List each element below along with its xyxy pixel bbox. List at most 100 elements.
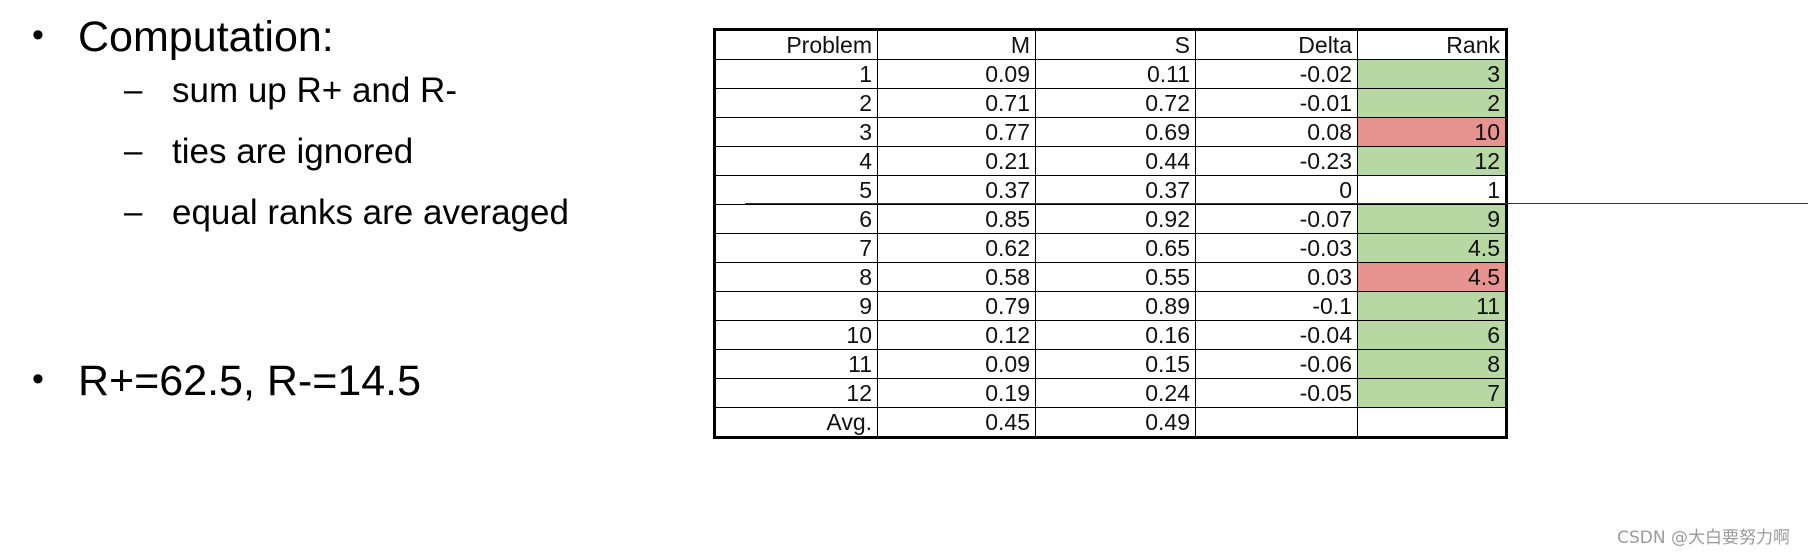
- cell-problem[interactable]: 2: [715, 88, 878, 118]
- cell-m[interactable]: 0.62: [877, 233, 1036, 263]
- table-row[interactable]: 2 0.71 0.72 -0.01 2: [715, 88, 1506, 118]
- bullet-item-computation: • Computation:: [24, 16, 714, 59]
- cell-delta[interactable]: -0.01: [1195, 88, 1358, 118]
- column-header-m: M: [877, 30, 1036, 60]
- sub-bullet-item-ties-ignored: – ties are ignored: [24, 134, 714, 169]
- cell-s[interactable]: 0.15: [1035, 349, 1196, 379]
- sub-bullet-label: sum up R+ and R-: [172, 71, 457, 110]
- cell-rank[interactable]: 10: [1357, 117, 1506, 147]
- table-row[interactable]: 4 0.21 0.44 -0.23 12: [715, 146, 1506, 176]
- cell-s[interactable]: 0.44: [1035, 146, 1196, 176]
- table-row[interactable]: 10 0.12 0.16 -0.04 6: [715, 320, 1506, 350]
- cell-m[interactable]: 0.12: [877, 320, 1036, 350]
- table-row[interactable]: 5 0.37 0.37 0 1: [715, 175, 1506, 205]
- cell-delta[interactable]: 0.03: [1195, 262, 1358, 292]
- cell-m[interactable]: 0.58: [877, 262, 1036, 292]
- column-header-problem: Problem: [715, 30, 878, 60]
- table-header: Problem M S Delta Rank: [715, 30, 1506, 60]
- cell-delta[interactable]: -0.05: [1195, 378, 1358, 408]
- column-header-rank: Rank: [1357, 30, 1506, 60]
- cell-rank[interactable]: 12: [1357, 146, 1506, 176]
- cell-m[interactable]: 0.85: [877, 204, 1036, 234]
- cell-delta[interactable]: [1195, 407, 1358, 437]
- cell-rank[interactable]: [1357, 407, 1506, 437]
- cell-s[interactable]: 0.37: [1035, 175, 1196, 205]
- table-row[interactable]: 12 0.19 0.24 -0.05 7: [715, 378, 1506, 408]
- cell-problem[interactable]: 6: [715, 204, 878, 234]
- cell-problem[interactable]: 12: [715, 378, 878, 408]
- cell-problem[interactable]: 1: [715, 59, 878, 89]
- cell-delta[interactable]: -0.03: [1195, 233, 1358, 263]
- cell-delta[interactable]: 0: [1195, 175, 1358, 205]
- cell-s[interactable]: 0.65: [1035, 233, 1196, 263]
- cell-m[interactable]: 0.09: [877, 59, 1036, 89]
- cell-delta[interactable]: -0.23: [1195, 146, 1358, 176]
- table-header-row: Problem M S Delta Rank: [715, 30, 1506, 60]
- cell-problem[interactable]: 5: [715, 175, 878, 205]
- bullet-list-secondary: • R+=62.5, R-=14.5: [24, 360, 714, 407]
- cell-problem[interactable]: 7: [715, 233, 878, 263]
- column-header-s: S: [1035, 30, 1196, 60]
- cell-rank[interactable]: 4.5: [1357, 233, 1506, 263]
- strike-through-line: [745, 203, 1808, 204]
- table-row[interactable]: 7 0.62 0.65 -0.03 4.5: [715, 233, 1506, 263]
- cell-problem[interactable]: 10: [715, 320, 878, 350]
- cell-problem[interactable]: Avg.: [715, 407, 878, 437]
- cell-problem[interactable]: 11: [715, 349, 878, 379]
- cell-s[interactable]: 0.69: [1035, 117, 1196, 147]
- cell-delta[interactable]: -0.02: [1195, 59, 1358, 89]
- cell-rank[interactable]: 9: [1357, 204, 1506, 234]
- cell-rank[interactable]: 2: [1357, 88, 1506, 118]
- cell-m[interactable]: 0.45: [877, 407, 1036, 437]
- cell-s[interactable]: 0.11: [1035, 59, 1196, 89]
- table-row[interactable]: 1 0.09 0.11 -0.02 3: [715, 59, 1506, 89]
- cell-rank[interactable]: 11: [1357, 291, 1506, 321]
- en-dash-icon: –: [124, 71, 143, 108]
- cell-m[interactable]: 0.79: [877, 291, 1036, 321]
- column-header-delta: Delta: [1195, 30, 1358, 60]
- cell-rank[interactable]: 6: [1357, 320, 1506, 350]
- table-row[interactable]: 9 0.79 0.89 -0.1 11: [715, 291, 1506, 321]
- cell-m[interactable]: 0.21: [877, 146, 1036, 176]
- bullet-item-label: R+=62.5, R-=14.5: [78, 357, 422, 405]
- cell-delta[interactable]: -0.1: [1195, 291, 1358, 321]
- table-row[interactable]: 3 0.77 0.69 0.08 10: [715, 117, 1506, 147]
- cell-rank[interactable]: 1: [1357, 175, 1506, 205]
- bullet-dot-icon: •: [32, 16, 44, 54]
- table-row[interactable]: 8 0.58 0.55 0.03 4.5: [715, 262, 1506, 292]
- cell-problem[interactable]: 3: [715, 117, 878, 147]
- cell-delta[interactable]: 0.08: [1195, 117, 1358, 147]
- sub-bullet-item-sum-up: – sum up R+ and R-: [24, 73, 714, 108]
- cell-delta[interactable]: -0.07: [1195, 204, 1358, 234]
- cell-problem[interactable]: 4: [715, 146, 878, 176]
- table-body: 1 0.09 0.11 -0.02 3 2 0.71 0.72 -0.01 2 3 0.77 0.69 0…: [715, 59, 1506, 437]
- cell-s[interactable]: 0.92: [1035, 204, 1196, 234]
- cell-s[interactable]: 0.89: [1035, 291, 1196, 321]
- cell-m[interactable]: 0.71: [877, 88, 1036, 118]
- table-row[interactable]: 6 0.85 0.92 -0.07 9: [715, 204, 1506, 234]
- cell-delta[interactable]: -0.06: [1195, 349, 1358, 379]
- cell-s[interactable]: 0.49: [1035, 407, 1196, 437]
- cell-m[interactable]: 0.09: [877, 349, 1036, 379]
- cell-s[interactable]: 0.24: [1035, 378, 1196, 408]
- sub-bullet-item-equal-ranks: – equal ranks are averaged: [24, 195, 714, 230]
- cell-m[interactable]: 0.37: [877, 175, 1036, 205]
- cell-rank[interactable]: 7: [1357, 378, 1506, 408]
- cell-problem[interactable]: 8: [715, 262, 878, 292]
- table-row[interactable]: Avg. 0.45 0.49: [715, 407, 1506, 437]
- cell-rank[interactable]: 8: [1357, 349, 1506, 379]
- bullet-list-sub: – sum up R+ and R- – ties are ignored – …: [24, 73, 714, 230]
- cell-delta[interactable]: -0.04: [1195, 320, 1358, 350]
- cell-rank[interactable]: 4.5: [1357, 262, 1506, 292]
- cell-s[interactable]: 0.55: [1035, 262, 1196, 292]
- table-row[interactable]: 11 0.09 0.15 -0.06 8: [715, 349, 1506, 379]
- cell-m[interactable]: 0.19: [877, 378, 1036, 408]
- cell-m[interactable]: 0.77: [877, 117, 1036, 147]
- cell-rank[interactable]: 3: [1357, 59, 1506, 89]
- cell-problem[interactable]: 9: [715, 291, 878, 321]
- ranks-table: Problem M S Delta Rank 1 0.09 0.11 -0.02 3 2 0…: [715, 30, 1506, 437]
- cell-s[interactable]: 0.72: [1035, 88, 1196, 118]
- cell-s[interactable]: 0.16: [1035, 320, 1196, 350]
- en-dash-icon: –: [124, 132, 143, 169]
- bullet-dot-icon: •: [32, 360, 44, 398]
